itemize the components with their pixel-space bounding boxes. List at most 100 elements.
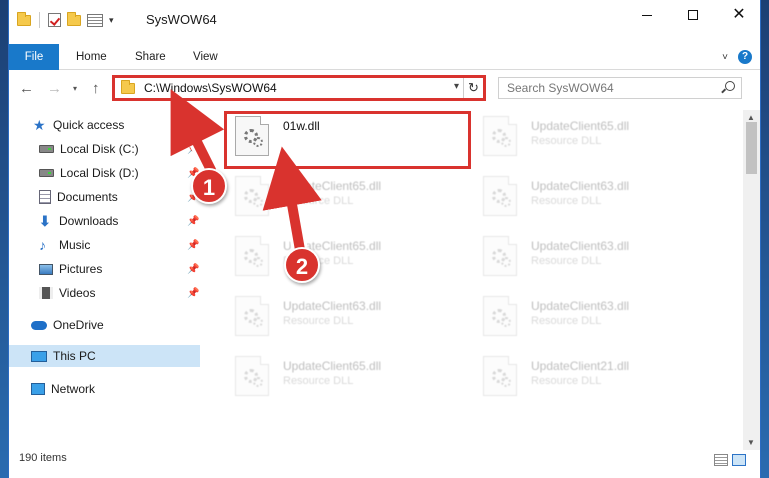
search-box[interactable] xyxy=(498,77,742,99)
close-icon: ✕ xyxy=(732,6,746,23)
gear-icon xyxy=(501,257,511,267)
address-bar[interactable]: C:\Windows\SysWOW64 ▾ ↻ xyxy=(112,75,486,101)
gear-icon xyxy=(501,197,511,207)
drive-icon xyxy=(39,169,54,177)
file-item[interactable]: UpdateClient63.dll Resource DLL xyxy=(477,174,717,228)
file-item[interactable]: UpdateClient65.dll Resource DLL xyxy=(229,354,469,408)
sidebar-item-local-disk-d[interactable]: Local Disk (D:) 📌 xyxy=(39,162,204,184)
downloads-icon: ⬇ xyxy=(39,213,51,229)
file-type: Resource DLL xyxy=(531,255,602,267)
toolbar-divider xyxy=(39,12,40,28)
sidebar-item-label: This PC xyxy=(53,349,96,363)
view-details-icon[interactable] xyxy=(87,13,103,27)
file-name: UpdateClient63.dll xyxy=(531,179,630,193)
gear-icon xyxy=(253,197,263,207)
search-input[interactable] xyxy=(507,81,707,95)
pin-icon[interactable]: 📌 xyxy=(187,240,199,251)
tab-share[interactable]: Share xyxy=(135,44,166,70)
forward-arrow-icon[interactable]: → xyxy=(47,80,62,97)
address-dropdown-icon[interactable]: ▾ xyxy=(454,81,459,92)
file-item[interactable]: UpdateClient65.dll Resource DLL xyxy=(477,114,717,168)
up-arrow-icon[interactable]: ↑ xyxy=(92,80,100,97)
pin-icon[interactable]: 📌 xyxy=(187,264,199,275)
music-icon: ♪ xyxy=(39,237,46,253)
file-name: UpdateClient63.dll xyxy=(531,239,630,253)
file-name: UpdateClient63.dll xyxy=(283,299,382,313)
close-button[interactable]: ✕ xyxy=(716,0,760,30)
file-item[interactable]: UpdateClient21.dll Resource DLL xyxy=(477,354,717,408)
sidebar-item-this-pc[interactable]: This PC xyxy=(9,345,200,367)
sidebar-item-network[interactable]: Network xyxy=(31,378,203,400)
refresh-icon[interactable]: ↻ xyxy=(463,78,483,98)
sidebar-item-music[interactable]: ♪ Music 📌 xyxy=(39,234,204,256)
properties-check-icon[interactable] xyxy=(48,13,61,27)
file-highlight-box xyxy=(224,111,471,169)
pin-icon[interactable]: 📌 xyxy=(187,216,199,227)
tab-home[interactable]: Home xyxy=(76,44,107,70)
folder-icon[interactable] xyxy=(17,11,31,26)
network-icon xyxy=(31,383,45,395)
minimize-button[interactable] xyxy=(624,0,670,30)
file-item[interactable]: UpdateClient65.dll Resource DLL xyxy=(229,234,469,288)
file-item[interactable]: UpdateClient65.dll Resource DLL xyxy=(229,174,469,228)
sidebar-item-local-disk-c[interactable]: Local Disk (C:) 📌 xyxy=(39,138,204,160)
tab-view[interactable]: View xyxy=(193,44,218,70)
pin-icon[interactable]: 📌 xyxy=(187,288,199,299)
sidebar-item-label: Local Disk (C:) xyxy=(60,142,139,156)
title-bar: ▾ SysWOW64 ✕ xyxy=(9,0,760,40)
back-arrow-icon[interactable]: ← xyxy=(19,80,34,97)
dll-file-icon xyxy=(483,296,517,336)
address-path[interactable]: C:\Windows\SysWOW64 xyxy=(144,81,277,95)
dll-file-icon xyxy=(483,356,517,396)
dll-file-icon xyxy=(483,116,517,156)
help-icon[interactable]: ? xyxy=(738,50,752,64)
large-icons-view-icon[interactable] xyxy=(732,454,746,466)
vertical-scrollbar[interactable]: ▲ ▼ xyxy=(743,110,760,450)
scroll-down-arrow-icon[interactable]: ▼ xyxy=(747,438,755,447)
maximize-button[interactable] xyxy=(670,0,716,30)
documents-icon xyxy=(39,190,51,204)
star-icon: ★ xyxy=(33,117,46,133)
details-view-icon[interactable] xyxy=(714,454,728,466)
file-item[interactable]: UpdateClient63.dll Resource DLL xyxy=(477,294,717,348)
search-icon[interactable] xyxy=(725,81,735,91)
scrollbar-thumb[interactable] xyxy=(746,122,757,174)
file-type: Resource DLL xyxy=(531,135,602,147)
gear-icon xyxy=(253,257,263,267)
sidebar-item-label: Local Disk (D:) xyxy=(60,166,139,180)
drive-icon xyxy=(39,145,54,153)
expand-ribbon-chevron-icon[interactable]: ˅ xyxy=(722,52,728,63)
step-1-badge: 1 xyxy=(191,168,227,204)
file-name: UpdateClient65.dll xyxy=(283,179,382,193)
file-type: Resource DLL xyxy=(283,375,354,387)
maximize-icon xyxy=(688,10,698,20)
sidebar-item-videos[interactable]: Videos 📌 xyxy=(39,282,204,304)
file-type: Resource DLL xyxy=(531,195,602,207)
navigation-pane: ★ Quick access Local Disk (C:) 📌 Local D… xyxy=(9,110,204,450)
new-folder-icon[interactable] xyxy=(67,11,81,26)
sidebar-item-downloads[interactable]: ⬇ Downloads 📌 xyxy=(39,210,204,232)
sidebar-item-label: Quick access xyxy=(53,118,125,132)
sidebar-item-onedrive[interactable]: OneDrive xyxy=(31,314,203,336)
gear-icon xyxy=(253,317,263,327)
pin-icon[interactable]: 📌 xyxy=(187,144,199,155)
sidebar-item-label: Pictures xyxy=(59,262,103,276)
recent-locations-chevron-icon[interactable]: ▾ xyxy=(73,84,77,93)
tab-file[interactable]: File xyxy=(9,44,59,70)
dll-file-icon xyxy=(235,176,269,216)
sidebar-item-pictures[interactable]: Pictures 📌 xyxy=(39,258,204,280)
gear-icon xyxy=(501,137,511,147)
quick-access-toolbar: ▾ xyxy=(17,11,114,28)
scroll-up-arrow-icon[interactable]: ▲ xyxy=(747,113,755,122)
sidebar-item-label: Videos xyxy=(59,286,96,300)
file-name: UpdateClient63.dll xyxy=(531,299,630,313)
file-item[interactable]: UpdateClient63.dll Resource DLL xyxy=(477,234,717,288)
customize-toolbar-arrow-icon[interactable]: ▾ xyxy=(109,15,114,26)
ribbon-right-controls: ˅ ? xyxy=(722,50,752,64)
desktop-background-right xyxy=(761,0,769,478)
gear-icon xyxy=(501,317,511,327)
file-item[interactable]: UpdateClient63.dll Resource DLL xyxy=(229,294,469,348)
step-2-badge: 2 xyxy=(284,247,320,283)
sidebar-item-documents[interactable]: Documents 📌 xyxy=(39,186,204,208)
sidebar-item-quick-access[interactable]: ★ Quick access xyxy=(33,114,203,136)
